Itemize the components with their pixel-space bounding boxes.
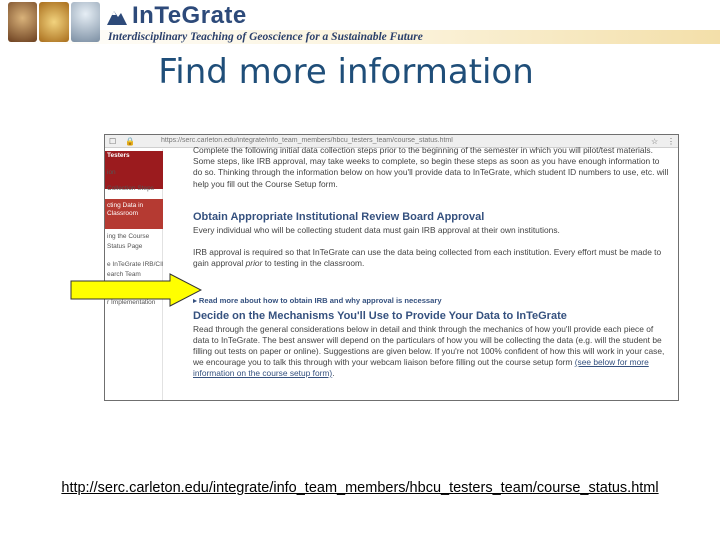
irb-paragraph-2-emphasis: prior [245,258,263,268]
brand-name: InTeGrate [132,2,247,29]
logo-photo-strip [8,2,100,42]
mechanisms-heading: Decide on the Mechanisms You'll Use to P… [193,310,567,322]
footer-url-link[interactable]: http://serc.carleton.edu/integrate/info_… [0,480,720,496]
secure-icon: 🔒 [125,137,135,146]
irb-paragraph-2-end: to testing in the classroom. [262,258,365,268]
mountain-icon [107,11,127,25]
logo-photo-1 [8,2,38,42]
mechanisms-paragraph: Read through the general considerations … [193,324,669,379]
header-banner: InTeGrate Interdisciplinary Teaching of … [0,0,720,44]
sidebar-item-collection-steps[interactable]: Collection Steps [105,185,163,193]
logo-photo-3 [70,2,100,42]
irb-paragraph-2: IRB approval is required so that InTeGra… [193,247,669,269]
irb-paragraph-1: Every individual who will be collecting … [193,225,560,235]
sidebar-item-testers[interactable]: Testers [105,151,163,161]
mechanisms-paragraph-end: . [332,368,335,378]
sidebar-item-using-course[interactable]: ing the Course [105,233,163,241]
sidebar-label-classroom: Classroom [107,210,139,217]
sidebar-label-collecting: cting Data in [107,202,144,209]
webpage-screenshot: ☐ 🔒 https://serc.carleton.edu/integrate/… [104,134,679,401]
sidebar-item-collecting-data[interactable]: cting Data in Classroom [105,199,163,229]
intro-paragraph: Complete the following initial data coll… [193,145,669,189]
brand-logo: InTeGrate [106,2,247,30]
slide-title: Find more information [158,52,534,92]
page-icon: ☐ [109,137,117,146]
page-content: Complete the following initial data coll… [193,145,673,400]
irb-heading: Obtain Appropriate Institutional Review … [193,211,485,223]
sidebar-item-ion[interactable]: ion [105,169,163,177]
logo-photo-2 [39,2,69,42]
yellow-arrow-icon [70,273,202,307]
brand-tagline: Interdisciplinary Teaching of Geoscience… [108,31,423,43]
read-more-irb-link[interactable]: ▸ Read more about how to obtain IRB and … [193,296,442,305]
sidebar-item-status-page[interactable]: Status Page [105,243,163,251]
sidebar-item-irb[interactable]: e InTeGrate IRB/CII [105,261,163,269]
